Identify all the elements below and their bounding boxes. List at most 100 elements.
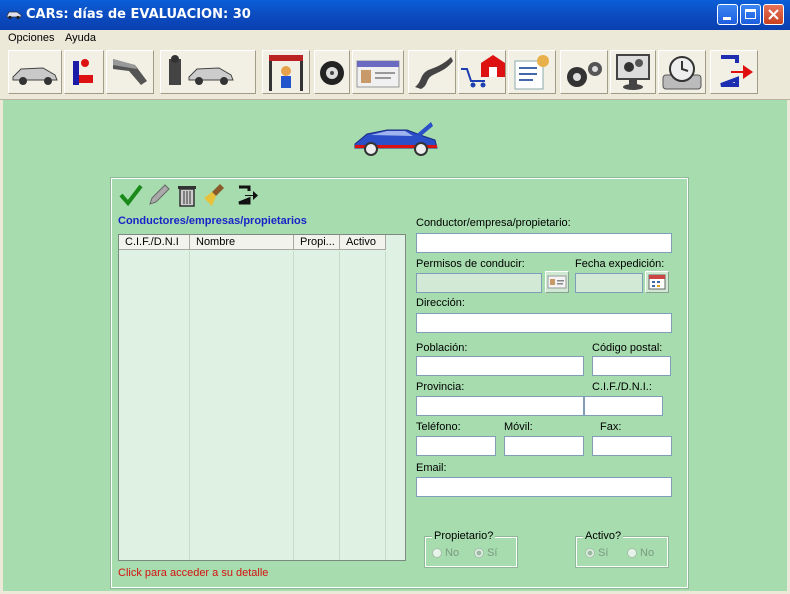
toolbar-backup-button[interactable] (658, 50, 706, 94)
provincia-label: Provincia: (416, 381, 465, 393)
trash-icon (178, 186, 196, 207)
close-button[interactable] (763, 4, 784, 25)
toolbar-purchases-button[interactable] (458, 50, 506, 94)
toolbar-notes-button[interactable] (508, 50, 556, 94)
window-title: CARs: días de EVALUACION: 30 (26, 7, 251, 22)
fecha-label: Fecha expedición: (575, 258, 665, 270)
column-nombre[interactable]: Nombre (190, 235, 294, 250)
accept-button[interactable] (118, 182, 144, 208)
blue-car-icon (354, 122, 438, 156)
exit-icon (720, 55, 753, 87)
panel-exit-button[interactable] (234, 182, 260, 208)
toolbar-config-button[interactable] (560, 50, 608, 94)
car-icon (12, 67, 58, 85)
maximize-button[interactable] (740, 4, 761, 25)
calendar-icon (648, 274, 666, 290)
activo-group-title: Activo? (583, 530, 624, 542)
pencil-icon (149, 184, 170, 205)
list-title: Conductores/empresas/propietarios (118, 215, 307, 227)
menu-bar: Opciones Ayuda (0, 30, 790, 47)
permisos-button[interactable] (545, 271, 569, 293)
cif-field[interactable] (584, 396, 663, 416)
direccion-field[interactable] (416, 313, 672, 333)
calendar-button[interactable] (645, 271, 669, 293)
fecha-field[interactable] (575, 273, 643, 293)
main-toolbar (0, 47, 790, 100)
telefono-label: Teléfono: (416, 421, 461, 433)
activo-si-radio[interactable]: Sí (585, 547, 608, 559)
email-label: Email: (416, 462, 447, 474)
toolbar-lift-button[interactable] (262, 50, 310, 94)
minimize-icon (723, 17, 731, 20)
minimize-button[interactable] (717, 4, 738, 25)
toolbar-exit-button[interactable] (710, 50, 758, 94)
grid-col-divider (339, 251, 340, 560)
license-card-icon (547, 275, 567, 289)
activo-si-label: Sí (598, 547, 609, 559)
movil-field[interactable] (504, 436, 584, 456)
propietario-si-label: Sí (487, 547, 498, 559)
main-area: Conductores/empresas/propietarios C.I.F.… (3, 100, 787, 591)
fuel-nozzle-icon (113, 59, 147, 85)
toolbar-settings-button[interactable] (610, 50, 656, 94)
check-icon (119, 184, 143, 207)
broom-icon (204, 184, 224, 206)
column-cif[interactable]: C.I.F./D.N.I (119, 235, 190, 250)
toolbar-tires-button[interactable] (314, 50, 350, 94)
detail-hint: Click para acceder a su detalle (118, 567, 269, 579)
maximize-icon (745, 9, 756, 19)
settings-monitor-icon (616, 54, 650, 90)
drivers-grid[interactable]: C.I.F./D.N.I Nombre Propi... Activo (118, 234, 406, 561)
radio-empty-icon (432, 548, 442, 558)
title-bar: CARs: días de EVALUACION: 30 (0, 0, 790, 30)
toolbar-drivers-button[interactable] (64, 50, 104, 94)
grid-col-divider (189, 251, 190, 560)
toolbar-licenses-button[interactable] (352, 50, 404, 94)
tire-icon (320, 61, 344, 85)
column-propietario[interactable]: Propi... (294, 235, 340, 250)
direccion-label: Dirección: (416, 297, 465, 309)
mechanic-car-icon (169, 55, 234, 85)
toolbar-fuel-button[interactable] (106, 50, 154, 94)
toolbar-workshop-button[interactable] (160, 50, 256, 94)
clear-button[interactable] (202, 182, 228, 208)
license-card-icon (356, 60, 400, 88)
road-icon (415, 57, 453, 89)
notes-icon (514, 55, 549, 90)
conductor-label: Conductor/empresa/propietario: (416, 217, 571, 229)
propietario-group-title: Propietario? (432, 530, 496, 542)
driver-seat-icon (73, 59, 93, 85)
propietario-no-radio[interactable]: No (432, 547, 459, 559)
close-icon (768, 9, 779, 20)
delete-button[interactable] (174, 182, 200, 208)
permisos-field[interactable] (416, 273, 542, 293)
telefono-field[interactable] (416, 436, 496, 456)
provincia-field[interactable] (416, 396, 584, 416)
menu-ayuda[interactable]: Ayuda (65, 32, 96, 44)
cp-field[interactable] (592, 356, 671, 376)
propietario-no-label: No (445, 547, 460, 559)
disk-restore-icon (662, 56, 702, 90)
cart-home-icon (461, 55, 505, 88)
grid-col-divider (293, 251, 294, 560)
poblacion-field[interactable] (416, 356, 584, 376)
radio-selected-icon (474, 548, 484, 558)
cp-label: Código postal: (592, 342, 663, 354)
fax-label: Fax: (600, 421, 622, 433)
toolbar-routes-button[interactable] (408, 50, 456, 94)
column-activo[interactable]: Activo (340, 235, 386, 250)
conductor-field[interactable] (416, 233, 672, 253)
fax-field[interactable] (592, 436, 672, 456)
activo-no-radio[interactable]: No (627, 547, 654, 559)
activo-no-label: No (640, 547, 655, 559)
activo-group: Activo? Sí No (575, 530, 669, 568)
propietario-si-radio[interactable]: Sí (474, 547, 497, 559)
drivers-panel: Conductores/empresas/propietarios C.I.F.… (110, 177, 689, 589)
email-field[interactable] (416, 477, 672, 497)
cif-label: C.I.F./D.N.I.: (592, 381, 652, 393)
menu-opciones[interactable]: Opciones (8, 32, 54, 44)
edit-button[interactable] (146, 182, 172, 208)
movil-label: Móvil: (504, 421, 533, 433)
toolbar-cars-button[interactable] (8, 50, 62, 94)
permisos-label: Permisos de conducir: (416, 258, 525, 270)
